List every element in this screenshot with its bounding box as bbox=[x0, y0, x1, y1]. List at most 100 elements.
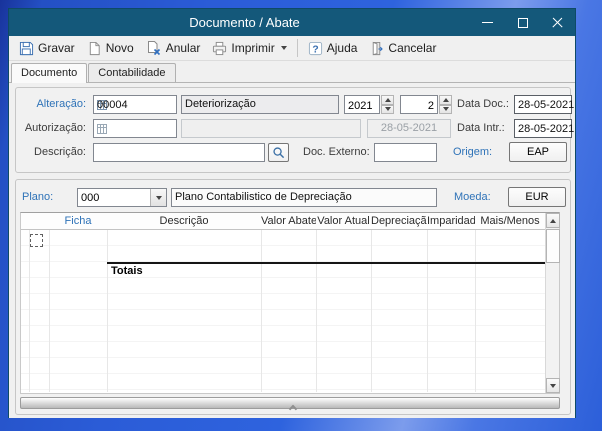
column-divider bbox=[371, 216, 372, 392]
descricao-label: Descrição: bbox=[16, 143, 86, 162]
totals-label: Totais bbox=[111, 265, 143, 277]
collapse-handle[interactable] bbox=[16, 406, 570, 412]
descricao-input[interactable] bbox=[97, 144, 267, 161]
plano-combo-arrow-button[interactable] bbox=[150, 189, 166, 206]
column-divider bbox=[261, 216, 262, 392]
period-down-button[interactable] bbox=[439, 105, 452, 115]
period-spinner bbox=[400, 95, 452, 114]
tab-documento[interactable]: Documento bbox=[11, 63, 87, 83]
column-header-depreciacao[interactable]: Depreciação bbox=[371, 213, 427, 230]
minimize-button[interactable] bbox=[470, 9, 505, 36]
column-header-imparidade[interactable]: Imparidade bbox=[427, 213, 475, 230]
scrollbar-thumb[interactable] bbox=[546, 229, 560, 263]
doc-externo-label: Doc. Externo: bbox=[303, 143, 377, 162]
documento-tab-panel: Alteração: Deteriorização bbox=[9, 83, 575, 418]
data-intr-field[interactable] bbox=[514, 119, 572, 138]
scroll-up-button[interactable] bbox=[546, 213, 560, 228]
arrow-down-icon bbox=[443, 107, 449, 111]
column-divider bbox=[49, 216, 50, 392]
period-up-button[interactable] bbox=[439, 95, 452, 105]
column-divider bbox=[107, 216, 108, 392]
data-intr-input[interactable] bbox=[518, 120, 574, 137]
year-down-button[interactable] bbox=[381, 105, 394, 115]
autorizacao-code-field[interactable] bbox=[93, 119, 177, 138]
year-input[interactable] bbox=[345, 98, 379, 115]
doc-externo-field[interactable] bbox=[374, 143, 437, 162]
scroll-down-button[interactable] bbox=[546, 378, 560, 393]
print-button[interactable]: Imprimir bbox=[206, 39, 292, 58]
help-button-label: Ajuda bbox=[327, 41, 358, 55]
moeda-label: Moeda: bbox=[454, 188, 504, 207]
arrow-down-icon bbox=[156, 196, 162, 200]
arrow-up-icon bbox=[385, 98, 391, 102]
save-button[interactable]: Gravar bbox=[13, 39, 81, 58]
plano-label: Plano: bbox=[22, 188, 66, 207]
help-icon: ? bbox=[308, 41, 323, 56]
toolbar-separator bbox=[297, 39, 298, 57]
year-up-button[interactable] bbox=[381, 95, 394, 105]
maximize-icon bbox=[518, 18, 528, 28]
alteracao-label: Alteração: bbox=[16, 95, 86, 114]
descricao-field[interactable] bbox=[93, 143, 265, 162]
plano-grid-group: Plano: Plano Contabilistico de Depreciaç… bbox=[15, 179, 571, 415]
plano-combo[interactable] bbox=[77, 188, 167, 207]
cancel-button-label: Cancelar bbox=[388, 41, 436, 55]
help-button[interactable]: ? Ajuda bbox=[302, 39, 364, 58]
alteracao-desc-field: Deteriorização bbox=[181, 95, 339, 114]
dialog-window: Documento / Abate Gravar Novo Anular bbox=[8, 8, 576, 418]
print-button-label: Imprimir bbox=[231, 41, 274, 55]
column-divider bbox=[427, 216, 428, 392]
column-divider bbox=[475, 216, 476, 392]
grid-body[interactable] bbox=[21, 230, 545, 393]
arrow-up-icon bbox=[443, 98, 449, 102]
origem-eap-button[interactable]: EAP bbox=[509, 142, 567, 162]
alteracao-code-input[interactable] bbox=[97, 96, 179, 113]
arrow-down-icon bbox=[550, 384, 556, 388]
column-header-descricao[interactable]: Descrição bbox=[107, 213, 261, 230]
data-doc-label: Data Doc.: bbox=[457, 95, 515, 114]
save-icon bbox=[19, 41, 34, 56]
doc-externo-input[interactable] bbox=[378, 144, 439, 161]
desktop-background: Documento / Abate Gravar Novo Anular bbox=[0, 0, 602, 431]
autorizacao-date-field: 28-05-2021 bbox=[367, 119, 451, 138]
arrow-up-icon bbox=[550, 219, 556, 223]
tab-bar: Documento Contabilidade bbox=[9, 61, 575, 83]
print-dropdown-icon[interactable] bbox=[281, 46, 287, 50]
data-doc-input[interactable] bbox=[518, 96, 574, 113]
column-divider bbox=[316, 216, 317, 392]
toolbar: Gravar Novo Anular Imprimir ? Ajuda bbox=[9, 36, 575, 61]
plano-code-input[interactable] bbox=[78, 189, 150, 206]
abate-grid: Ficha Descrição Valor Abate Valor Atual … bbox=[20, 212, 560, 394]
row-selector-checkbox[interactable] bbox=[30, 234, 43, 247]
column-header-valor-atual[interactable]: Valor Atual bbox=[316, 213, 371, 230]
autorizacao-code-input[interactable] bbox=[97, 120, 179, 137]
search-button[interactable] bbox=[268, 143, 289, 162]
window-title: Documento / Abate bbox=[9, 15, 470, 30]
column-header-mais-menos[interactable]: Mais/Menos bbox=[475, 213, 545, 230]
grid-header: Ficha Descrição Valor Abate Valor Atual … bbox=[21, 213, 559, 230]
column-header-ficha[interactable]: Ficha bbox=[49, 213, 107, 230]
document-fields-group: Alteração: Deteriorização bbox=[15, 87, 571, 173]
vertical-scrollbar[interactable] bbox=[545, 213, 559, 393]
close-button[interactable] bbox=[540, 9, 575, 36]
data-intr-label: Data Intr.: bbox=[457, 119, 515, 138]
annul-button[interactable]: Anular bbox=[140, 38, 207, 58]
new-button[interactable]: Novo bbox=[81, 39, 140, 58]
magnifier-icon bbox=[272, 146, 285, 159]
year-spinner bbox=[344, 95, 394, 114]
period-input[interactable] bbox=[401, 98, 437, 115]
window-controls bbox=[470, 9, 575, 36]
new-document-icon bbox=[87, 41, 102, 56]
svg-text:?: ? bbox=[312, 44, 318, 55]
alteracao-code-field[interactable] bbox=[93, 95, 177, 114]
cancel-button[interactable]: Cancelar bbox=[363, 39, 442, 58]
moeda-eur-button[interactable]: EUR bbox=[508, 187, 566, 207]
maximize-button[interactable] bbox=[505, 9, 540, 36]
column-header-valor-abate[interactable]: Valor Abate bbox=[261, 213, 316, 230]
totals-divider bbox=[107, 262, 545, 264]
save-button-label: Gravar bbox=[38, 41, 75, 55]
tab-contabilidade[interactable]: Contabilidade bbox=[88, 63, 175, 82]
new-button-label: Novo bbox=[106, 41, 134, 55]
plano-desc-field: Plano Contabilistico de Depreciação bbox=[171, 188, 437, 207]
data-doc-field[interactable] bbox=[514, 95, 572, 114]
